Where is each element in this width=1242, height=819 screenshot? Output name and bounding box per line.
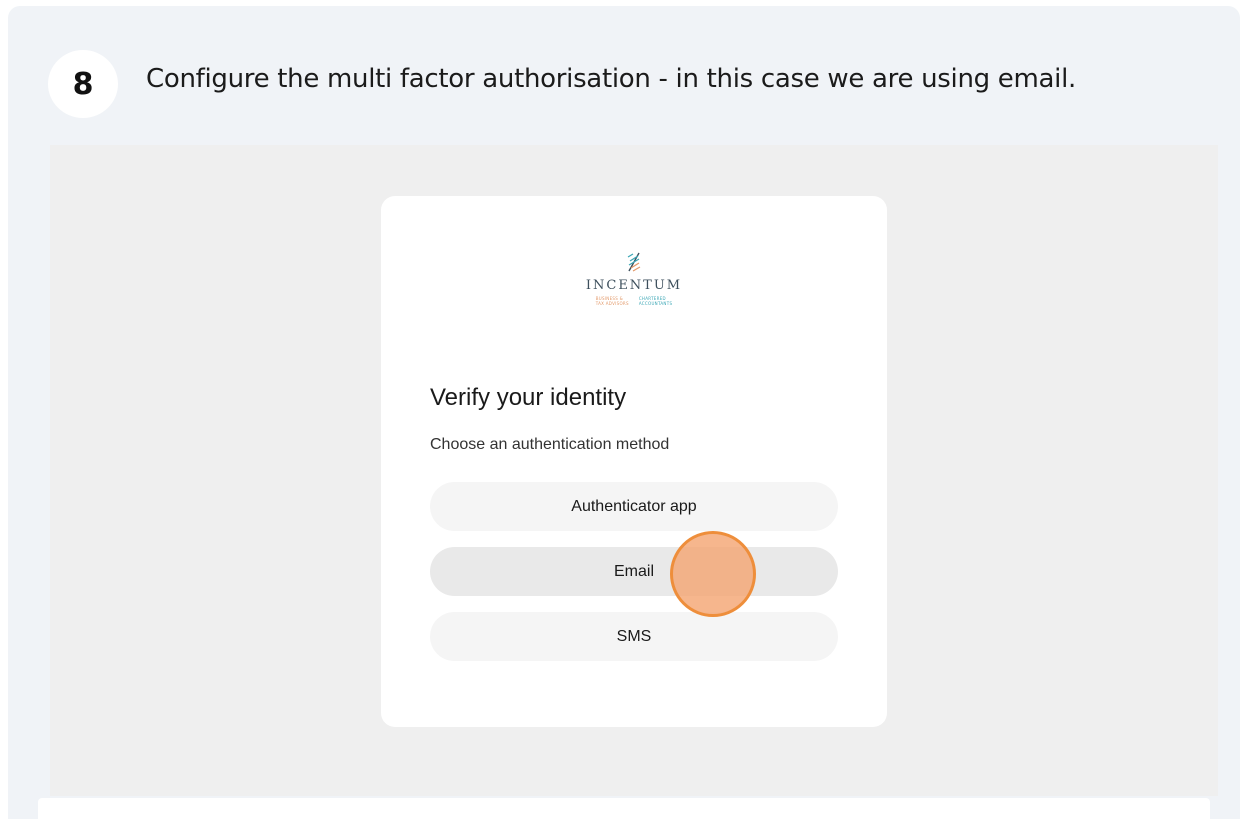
- step-number-badge: 8: [48, 50, 118, 118]
- verify-identity-card: INCENTUM BUSINESS & TAX ADVISORS CHARTER…: [381, 196, 887, 727]
- page-subtitle: Choose an authentication method: [430, 436, 670, 453]
- logo-tagline-left: BUSINESS & TAX ADVISORS: [596, 296, 629, 306]
- incentum-logo: INCENTUM BUSINESS & TAX ADVISORS CHARTER…: [381, 251, 887, 326]
- step-instruction: Configure the multi factor authorisation…: [146, 64, 1076, 94]
- screenshot-area: INCENTUM BUSINESS & TAX ADVISORS CHARTER…: [50, 145, 1218, 796]
- logo-tagline-right: CHARTERED ACCOUNTANTS: [639, 296, 672, 306]
- next-step-card-edge: [38, 798, 1210, 819]
- email-button[interactable]: Email: [430, 547, 838, 596]
- logo-tagline: BUSINESS & TAX ADVISORS CHARTERED ACCOUN…: [381, 296, 887, 306]
- logo-wordmark: INCENTUM: [585, 278, 683, 293]
- authenticator-app-button[interactable]: Authenticator app: [430, 482, 838, 531]
- sms-button[interactable]: SMS: [430, 612, 838, 661]
- page-title: Verify your identity: [430, 384, 627, 411]
- logo-tagline-line: ACCOUNTANTS: [638, 301, 673, 306]
- step-card: 8 Configure the multi factor authorisati…: [8, 6, 1240, 819]
- logo-tagline-line: TAX ADVISORS: [595, 301, 629, 306]
- logo-mark-icon: [627, 252, 641, 272]
